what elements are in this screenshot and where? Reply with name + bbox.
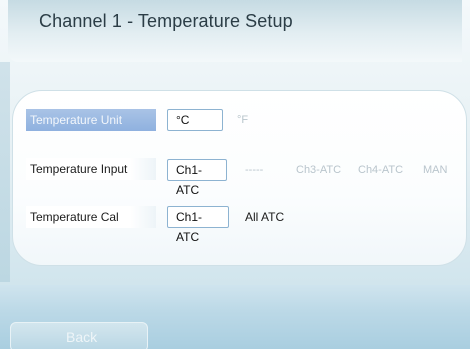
unit-celsius-button[interactable]: °C [167, 109, 223, 131]
temperature-input-label[interactable]: Temperature Input [26, 158, 156, 180]
input-ch1-atc-button[interactable]: Ch1-ATC [167, 159, 227, 197]
side-strip [0, 62, 10, 282]
input-man-option[interactable]: MAN [423, 159, 447, 181]
cal-ch1-atc-button[interactable]: Ch1-ATC [167, 206, 229, 244]
input-ch2-placeholder: ----- [245, 164, 264, 176]
title-bar: Channel 1 - Temperature Setup [8, 0, 462, 62]
cal-all-atc-option[interactable]: All ATC [245, 206, 284, 228]
touch-screen: Channel 1 - Temperature Setup Temperatur… [0, 0, 470, 349]
unit-fahrenheit-option[interactable]: °F [237, 109, 248, 131]
back-button[interactable]: Back [10, 322, 148, 349]
input-ch3-atc-option[interactable]: Ch3-ATC [296, 159, 341, 181]
temperature-cal-label[interactable]: Temperature Cal [26, 206, 156, 228]
temperature-unit-label[interactable]: Temperature Unit [26, 109, 156, 131]
page-title: Channel 1 - Temperature Setup [39, 11, 293, 31]
input-ch4-atc-option[interactable]: Ch4-ATC [358, 159, 403, 181]
